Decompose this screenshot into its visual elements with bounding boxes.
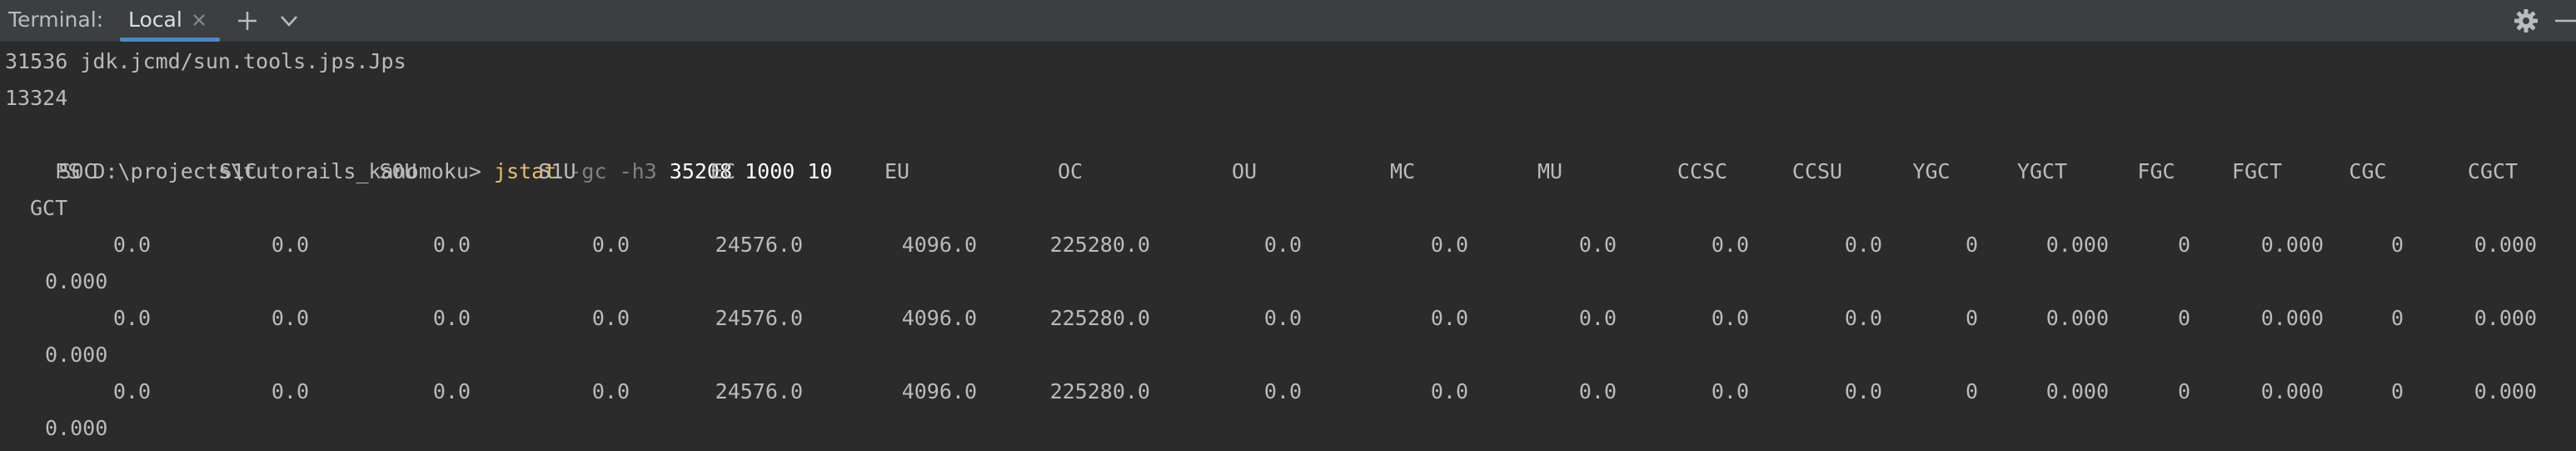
column-header: CGCT <box>2467 159 2519 183</box>
table-cell: 0.0 <box>591 306 630 330</box>
table-cell: 24576.0 <box>715 233 803 257</box>
column-header: CCSU <box>1791 159 1843 183</box>
tab-local[interactable]: Local <box>115 0 220 42</box>
table-cell: 4096.0 <box>901 379 977 403</box>
column-header: S1U <box>538 159 576 183</box>
table-cell: 4096.0 <box>901 306 977 330</box>
table-header-row: S0C S1C S0U S1U EC EU OC OU MC MU CCSC CCSU YGC YGCT F… <box>0 153 2576 190</box>
table-cell: 0.000 <box>2045 233 2109 257</box>
table-cell: 0.0 <box>1430 306 1468 330</box>
table-cell: 0.0 <box>1578 306 1617 330</box>
table-cell: 0.0 <box>1430 379 1468 403</box>
column-header: MU <box>1537 159 1563 183</box>
table-cell: 0.0 <box>1711 379 1749 403</box>
table-row-wrap: 0.000 <box>45 343 108 367</box>
column-header: CGC <box>2349 159 2387 183</box>
table-cell: 0 <box>2177 379 2190 403</box>
table-row: 0.0 0.0 0.0 0.0 24576.0 4096.0 225280.0 0.0 0.0 0… <box>0 300 2576 337</box>
table-cell: 0.0 <box>591 379 630 403</box>
table-cell: 0.0 <box>1578 379 1617 403</box>
terminal-toolbar: Terminal: Local <box>0 0 2576 42</box>
column-header: S1C <box>219 159 257 183</box>
table-cell: 0.0 <box>432 379 471 403</box>
table-cell: 0.0 <box>112 233 151 257</box>
table-cell: 0.0 <box>112 306 151 330</box>
table-cell: 0.0 <box>1711 233 1749 257</box>
column-header: CCSC <box>1677 159 1728 183</box>
column-header: OU <box>1231 159 1258 183</box>
column-header: FGC <box>2137 159 2175 183</box>
table-header-wrap: GCT <box>30 196 68 220</box>
toolbar-title: Terminal: <box>8 8 104 32</box>
table-cell: 0.0 <box>432 306 471 330</box>
table-cell: 0.000 <box>2260 379 2324 403</box>
table-cell: 0 <box>2177 306 2190 330</box>
table-cell: 24576.0 <box>715 379 803 403</box>
table-cell: 0.0 <box>432 233 471 257</box>
table-cell: 0.0 <box>1844 233 1882 257</box>
table-cell: 0.0 <box>1263 233 1302 257</box>
table-cell: 0 <box>2390 233 2404 257</box>
terminal-output[interactable]: 31536 jdk.jcmd/sun.tools.jps.Jps 13324 P… <box>0 43 2576 451</box>
table-cell: 4096.0 <box>901 233 977 257</box>
table-cell: 0 <box>2177 233 2190 257</box>
column-header: FGCT <box>2231 159 2283 183</box>
table-cell: 0.0 <box>271 379 309 403</box>
table-cell: 0.000 <box>2474 379 2537 403</box>
table-cell: 0.000 <box>2474 233 2537 257</box>
table-cell: 0.000 <box>2474 306 2537 330</box>
table-cell: 0.0 <box>1430 233 1468 257</box>
table-cell: 0.000 <box>2045 379 2109 403</box>
table-row: 0.0 0.0 0.0 0.0 24576.0 4096.0 225280.0 0.0 0.0 0… <box>0 373 2576 410</box>
output-line: 31536 jdk.jcmd/sun.tools.jps.Jps <box>5 49 406 73</box>
table-cell: 0.0 <box>271 306 309 330</box>
gear-icon[interactable] <box>2512 7 2540 35</box>
table-cell: 0 <box>2390 306 2404 330</box>
table-cell: 225280.0 <box>1049 379 1150 403</box>
output-line: 13324 <box>5 86 68 110</box>
table-cell: 0.0 <box>1263 379 1302 403</box>
table-cell: 0 <box>2390 379 2404 403</box>
table-cell: 225280.0 <box>1049 233 1150 257</box>
table-cell: 0 <box>1965 233 1978 257</box>
table-cell: 0.0 <box>112 379 151 403</box>
table-cell: 0.0 <box>1844 379 1882 403</box>
table-cell: 0.0 <box>271 233 309 257</box>
column-header: EC <box>710 159 736 183</box>
table-cell: 0.0 <box>591 233 630 257</box>
command-line: PS D:\projects\tutorails_kanomoku> jstat… <box>5 117 832 183</box>
table-cell: 24576.0 <box>715 306 803 330</box>
table-cell: 0.000 <box>2260 233 2324 257</box>
close-icon[interactable] <box>190 11 208 29</box>
active-tab-indicator <box>120 38 220 42</box>
table-cell: 0.0 <box>1578 233 1617 257</box>
column-header: MC <box>1389 159 1416 183</box>
column-header: S0U <box>379 159 417 183</box>
column-header: OC <box>1057 159 1084 183</box>
table-row-wrap: 0.000 <box>45 416 108 440</box>
table-row: 0.0 0.0 0.0 0.0 24576.0 4096.0 225280.0 0.0 0.0 0… <box>0 227 2576 263</box>
column-header: EU <box>884 159 910 183</box>
chevron-down-icon[interactable] <box>275 7 303 35</box>
table-cell: 0.0 <box>1263 306 1302 330</box>
table-row-wrap: 0.000 <box>45 269 108 293</box>
table-cell: 0.000 <box>2260 306 2324 330</box>
column-header: YGCT <box>2016 159 2068 183</box>
column-header: S0C <box>58 159 97 183</box>
table-cell: 0.0 <box>1711 306 1749 330</box>
table-cell: 0.0 <box>1844 306 1882 330</box>
table-cell: 0.000 <box>2045 306 2109 330</box>
table-cell: 0 <box>1965 306 1978 330</box>
column-header: YGC <box>1912 159 1951 183</box>
table-cell: 225280.0 <box>1049 306 1150 330</box>
plus-icon[interactable] <box>233 7 262 35</box>
tab-label: Local <box>128 8 182 32</box>
minimize-icon[interactable] <box>2550 7 2576 35</box>
table-cell: 0 <box>1965 379 1978 403</box>
